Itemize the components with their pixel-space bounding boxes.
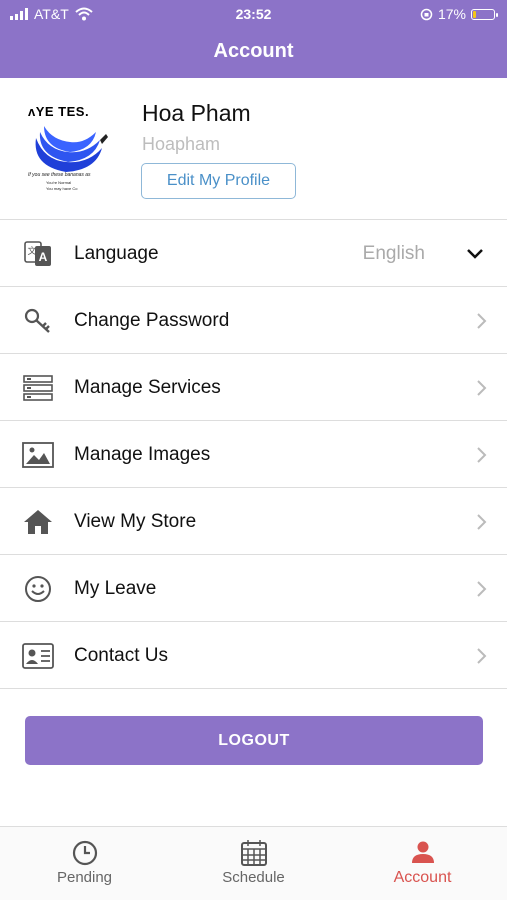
- home-icon: [22, 507, 54, 537]
- menu-item-manage-images[interactable]: Manage Images: [0, 421, 507, 488]
- menu-item-my-leave[interactable]: My Leave: [0, 555, 507, 622]
- bananas-image: [35, 126, 108, 172]
- server-list-icon: [22, 373, 54, 403]
- battery-percent: 17%: [437, 6, 466, 22]
- menu-item-language[interactable]: A 文 Language English: [0, 220, 507, 287]
- avatar-caption-3: You may have Co: [46, 186, 78, 191]
- edit-profile-button[interactable]: Edit My Profile: [141, 163, 296, 199]
- battery-icon: [471, 8, 498, 20]
- user-handle: Hoapham: [142, 134, 221, 154]
- menu-item-contact-us[interactable]: Contact Us: [0, 622, 507, 689]
- battery-info: 17%: [420, 6, 498, 22]
- tab-bar: Pending Schedule Account: [0, 826, 507, 900]
- key-icon: [22, 306, 54, 336]
- avatar-caption-2: You're Normal: [46, 180, 72, 185]
- chevron-right-icon: [477, 648, 487, 664]
- avatar: ʌYE TES. If you see these bananas as You…: [22, 98, 114, 198]
- tab-pending[interactable]: Pending: [0, 827, 169, 900]
- menu-item-label: Contact Us: [74, 645, 168, 666]
- page-title: Account: [213, 40, 294, 62]
- language-value: English: [362, 243, 425, 264]
- orientation-lock-icon: [420, 8, 433, 20]
- settings-menu: A 文 Language English Change Password Man…: [0, 220, 507, 689]
- menu-item-label: Change Password: [74, 310, 230, 331]
- chevron-right-icon: [477, 581, 487, 597]
- profile-section: ʌYE TES. If you see these bananas as You…: [0, 78, 507, 220]
- tab-label: Schedule: [222, 869, 285, 886]
- smiley-icon: [22, 574, 54, 604]
- avatar-caption-top: ʌYE TES.: [28, 104, 90, 119]
- tab-schedule[interactable]: Schedule: [169, 827, 338, 900]
- menu-item-label: Language: [74, 243, 159, 264]
- clock-icon: [72, 840, 98, 866]
- tab-account[interactable]: Account: [338, 827, 507, 900]
- svg-text:文: 文: [27, 245, 36, 257]
- tab-label: Account: [393, 869, 452, 886]
- person-icon: [412, 841, 434, 863]
- menu-item-change-password[interactable]: Change Password: [0, 287, 507, 354]
- menu-item-view-my-store[interactable]: View My Store: [0, 488, 507, 555]
- avatar-caption-1: If you see these bananas as: [28, 172, 91, 178]
- translate-icon: A 文: [22, 239, 54, 269]
- logout-button[interactable]: LOGOUT: [25, 716, 483, 765]
- chevron-right-icon: [477, 447, 487, 463]
- contact-card-icon: [22, 641, 54, 671]
- chevron-right-icon: [477, 313, 487, 329]
- user-name: Hoa Pham: [142, 100, 251, 126]
- calendar-icon: [241, 840, 267, 866]
- chevron-down-icon: [467, 249, 483, 259]
- image-icon: [22, 440, 54, 470]
- menu-item-label: Manage Services: [74, 377, 221, 398]
- menu-item-label: My Leave: [74, 578, 157, 599]
- tab-label: Pending: [56, 869, 113, 886]
- status-bar: AT&T 23:52 17%: [0, 0, 507, 28]
- chevron-right-icon: [477, 514, 487, 530]
- chevron-right-icon: [477, 380, 487, 396]
- menu-item-label: View My Store: [74, 511, 197, 532]
- menu-item-manage-services[interactable]: Manage Services: [0, 354, 507, 421]
- menu-item-label: Manage Images: [74, 444, 211, 465]
- svg-text:A: A: [39, 250, 48, 264]
- nav-bar: Account: [0, 28, 507, 78]
